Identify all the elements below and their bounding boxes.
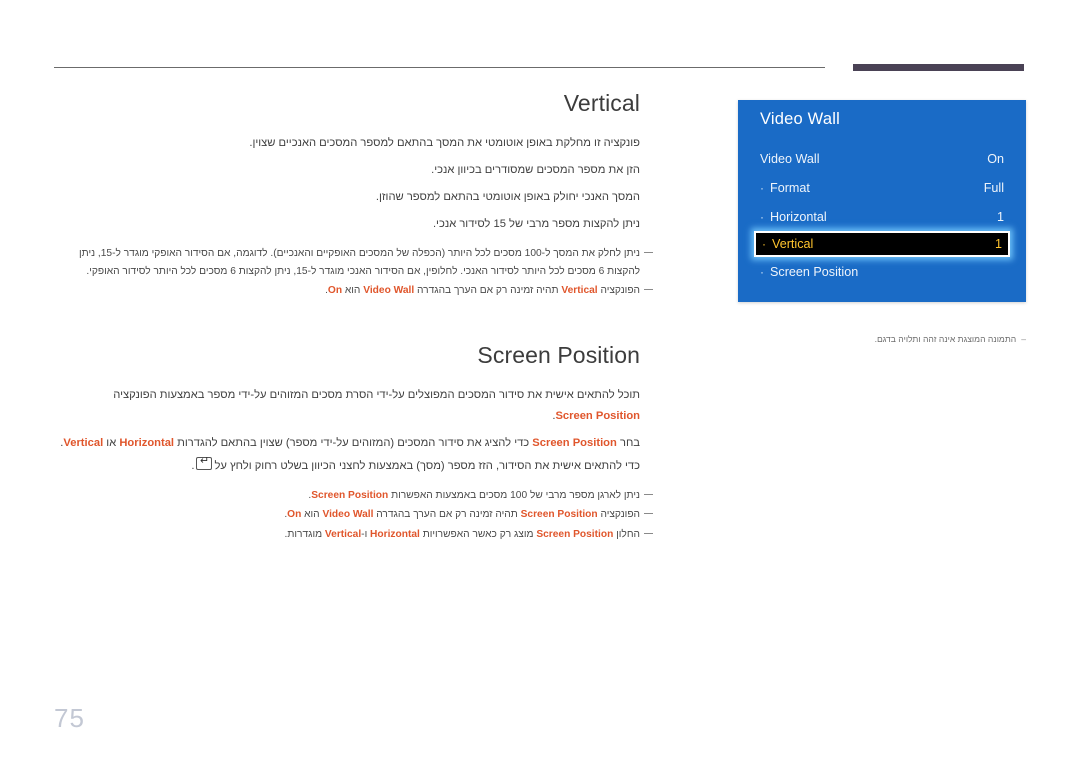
dash-icon: – <box>1021 334 1026 344</box>
osd-item-label: Format <box>770 180 810 195</box>
osd-menu-list: Video Wall On · Format Full · Horizontal… <box>738 144 1026 286</box>
osd-caption-note: –התמונה המוצגת אינה זהה ותלויה בדגם. <box>738 332 1026 346</box>
osd-item-value: 1 <box>994 237 1002 251</box>
term-highlight: Video Wall <box>322 509 374 520</box>
vertical-note-list: ניתן לחלק את המסך ל-100 מסכים לכל היותר … <box>54 245 653 300</box>
osd-item-video-wall[interactable]: Video Wall On <box>738 144 1026 173</box>
term-highlight: Screen Position <box>536 528 614 540</box>
term-highlight: Vertical <box>561 285 598 296</box>
screen-position-paragraph-2: בחר Screen Position כדי להציג את סידור ה… <box>54 433 640 454</box>
term-highlight: Horizontal <box>119 436 175 449</box>
osd-item-vertical-selected[interactable]: · Vertical 1 <box>754 231 1010 257</box>
term-highlight: Screen Position <box>532 436 617 449</box>
screen-position-note-list: ניתן לארגן מספר מרבי של 100 מסכים באמצעו… <box>54 487 653 544</box>
term-highlight: On <box>287 509 302 520</box>
term-highlight: Vertical <box>324 528 362 540</box>
osd-item-horizontal[interactable]: · Horizontal 1 <box>738 202 1026 231</box>
osd-item-format[interactable]: · Format Full <box>738 173 1026 202</box>
osd-item-label: Screen Position <box>770 264 859 279</box>
osd-item-value: On <box>987 151 1004 166</box>
note-item: הפונקציה Screen Position תהיה זמינה רק א… <box>54 506 653 524</box>
vertical-paragraph-4: ניתן להקצות מספר מרבי של 15 לסידור אנכי. <box>432 218 640 230</box>
osd-item-label: Horizontal <box>770 209 827 224</box>
header-rule-right <box>853 64 1024 71</box>
vertical-paragraph-1: פונקציה זו מחלקת באופן אוטומטי את המסך ב… <box>249 137 640 149</box>
vertical-paragraph-3: המסך האנכי יחולק באופן אוטומטי בהתאם למס… <box>375 191 640 203</box>
note-item: ניתן לארגן מספר מרבי של 100 מסכים באמצעו… <box>54 487 653 505</box>
note-item: הפונקציה Vertical תהיה זמינה רק אם הערך … <box>54 282 653 300</box>
video-wall-osd-panel: Video Wall Video Wall On · Format Full ·… <box>738 100 1026 302</box>
term-highlight: Screen Position <box>555 409 640 422</box>
term-highlight: On <box>327 285 343 296</box>
vertical-paragraph-2: הזן את מספר המסכים שמסודרים בכיוון אנכי. <box>431 164 640 176</box>
screen-position-paragraph-1: תוכל להתאים אישית את סידור המסכים המפוצל… <box>54 385 640 427</box>
header-rule-left <box>54 67 825 68</box>
enter-key-icon <box>196 454 213 470</box>
screen-position-paragraph-3-text: כדי להתאים אישית את הסידור, הזז מספר (מס… <box>214 459 640 472</box>
bullet-dot-icon: · <box>762 237 766 251</box>
osd-item-value: 1 <box>996 209 1004 224</box>
term-highlight: Screen Position <box>311 489 389 501</box>
note-item: החלון Screen Position מוצג רק כאשר האפשר… <box>54 526 653 544</box>
page-title-vertical: Vertical <box>563 90 640 116</box>
note-item: ניתן לחלק את המסך ל-100 מסכים לכל היותר … <box>54 245 653 280</box>
osd-title: Video Wall <box>760 110 840 128</box>
osd-item-value: Full <box>983 180 1004 195</box>
main-content: Vertical פונקציה זו מחלקת באופן אוטומטי … <box>54 90 653 545</box>
bullet-dot-icon: · <box>760 264 764 279</box>
page-root: Vertical פונקציה זו מחלקת באופן אוטומטי … <box>0 0 1080 763</box>
screen-position-paragraph-group: בחר Screen Position כדי להציג את סידור ה… <box>54 433 640 477</box>
bullet-dot-icon: · <box>760 209 764 224</box>
page-number: 75 <box>54 703 85 733</box>
term-highlight: Video Wall <box>363 285 415 296</box>
screen-position-paragraph-3: כדי להתאים אישית את הסידור, הזז מספר (מס… <box>54 454 640 477</box>
term-highlight: Vertical <box>63 436 104 449</box>
osd-item-label: Video Wall <box>760 151 820 166</box>
bullet-dot-icon: · <box>760 180 764 195</box>
osd-caption-text: התמונה המוצגת אינה זהה ותלויה בדגם. <box>874 334 1017 344</box>
term-highlight: Screen Position <box>520 509 598 520</box>
osd-item-screen-position[interactable]: · Screen Position <box>738 257 1026 286</box>
term-highlight: Horizontal <box>370 528 420 540</box>
page-title-screen-position: Screen Position <box>477 341 640 368</box>
osd-item-label: Vertical <box>772 237 814 251</box>
